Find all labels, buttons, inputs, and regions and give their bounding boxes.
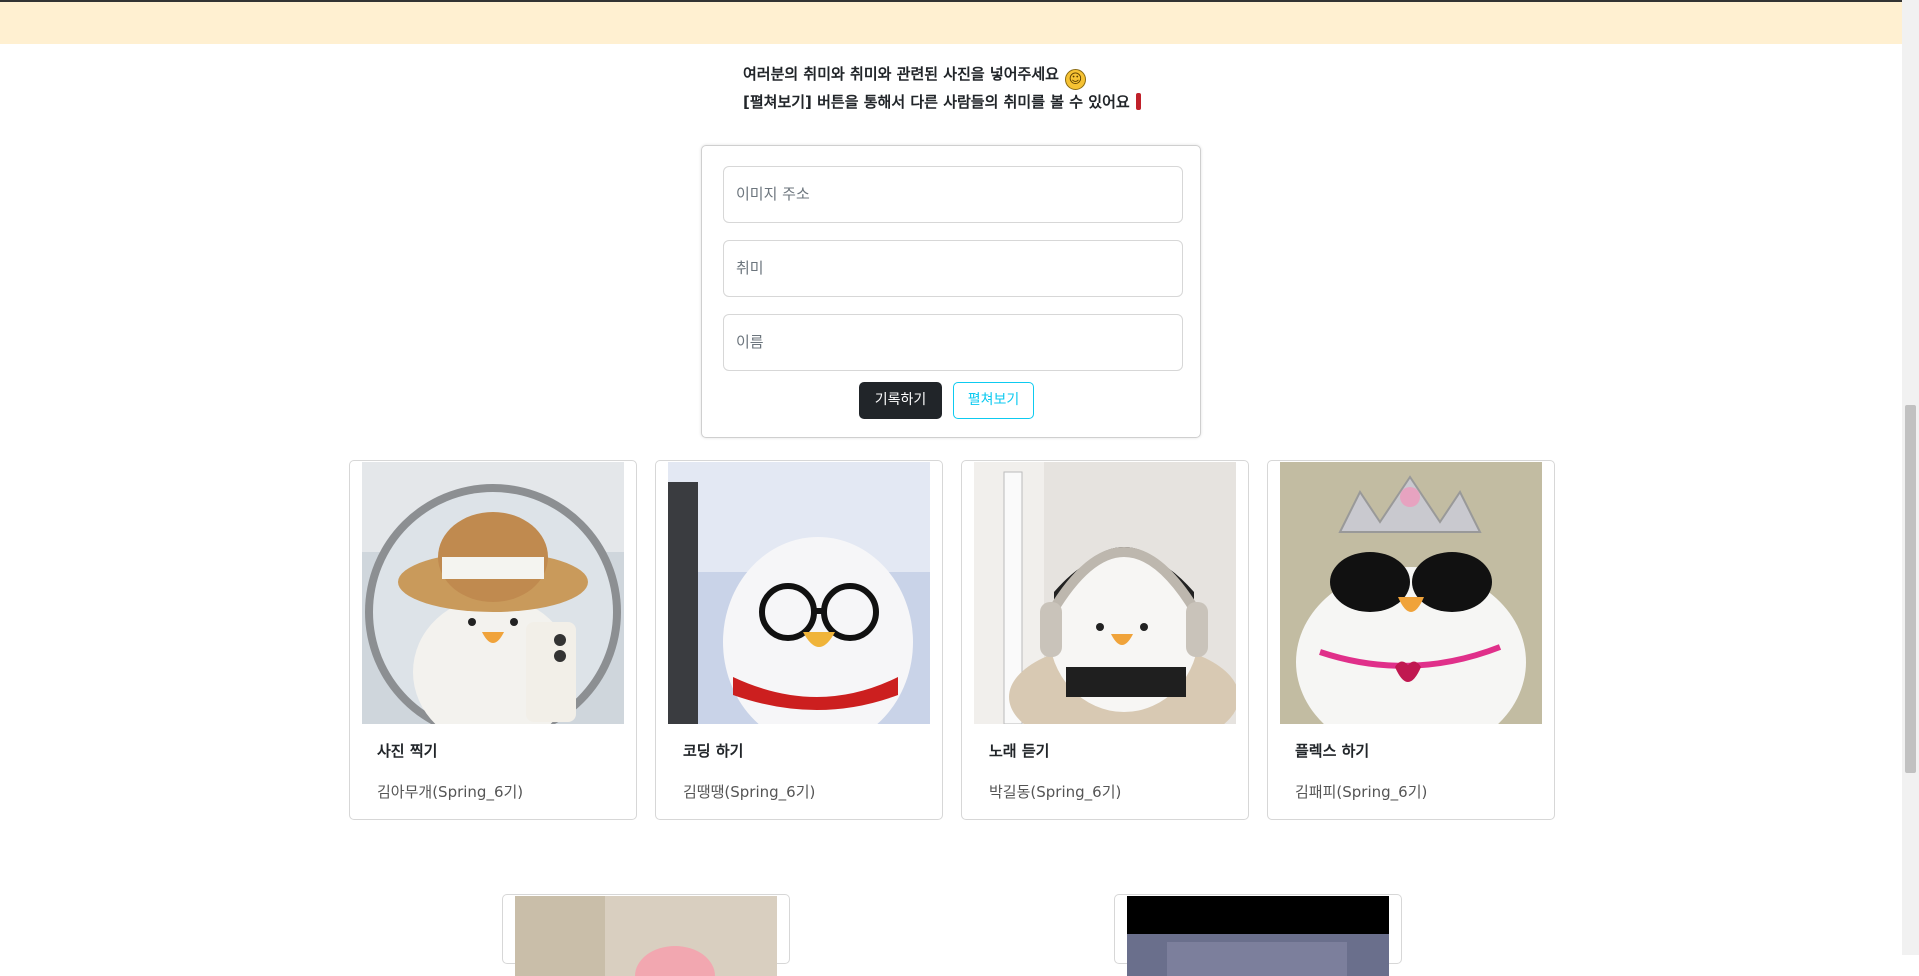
hobby-card[interactable]: 사진 찍기 김아무개(Spring_6기) [349, 460, 637, 820]
card-title: 사진 찍기 [377, 742, 438, 760]
card-author: 김아무개(Spring_6기) [377, 783, 524, 801]
card-photo [362, 462, 624, 724]
card-photo [668, 462, 930, 724]
top-banner [0, 0, 1902, 44]
intro-text: 여러분의 취미와 취미와 관련된 사진을 넣어주세요 ☺ [펼쳐보기] 버튼을 통… [743, 62, 1141, 115]
intro-line-1: 여러분의 취미와 취미와 관련된 사진을 넣어주세요 [743, 65, 1059, 83]
smile-emoji-icon: ☺ [1064, 69, 1086, 90]
card-photo [515, 896, 777, 976]
scrollbar-thumb[interactable] [1905, 405, 1916, 773]
hobby-card[interactable]: 노래 듣기 박길동(Spring_6기) [961, 460, 1249, 820]
open-button[interactable]: 펼쳐보기 [953, 382, 1034, 419]
post-form: 이미지 주소 취미 이름 기록하기 펼쳐보기 [701, 145, 1201, 438]
card-title: 코딩 하기 [683, 742, 744, 760]
save-button[interactable]: 기록하기 [859, 382, 942, 419]
image-url-input[interactable]: 이미지 주소 [723, 166, 1183, 223]
page-scrollbar[interactable] [1902, 0, 1919, 955]
name-input[interactable]: 이름 [723, 314, 1183, 371]
card-title: 노래 듣기 [989, 742, 1050, 760]
card-photo [1127, 896, 1389, 976]
card-photo [1280, 462, 1542, 724]
card-photo [974, 462, 1236, 724]
hobby-card[interactable]: 코딩 하기 김땡땡(Spring_6기) [655, 460, 943, 820]
card-author: 박길동(Spring_6기) [989, 783, 1122, 801]
exclamation-emoji-icon [1135, 93, 1141, 110]
hobby-card[interactable] [1114, 894, 1402, 976]
intro-line-2: [펼쳐보기] 버튼을 통해서 다른 사람들의 취미를 볼 수 있어요 [743, 93, 1130, 111]
hobby-card[interactable]: 플렉스 하기 김패피(Spring_6기) [1267, 460, 1555, 820]
hobby-card[interactable] [502, 894, 790, 976]
card-author: 김패피(Spring_6기) [1295, 783, 1428, 801]
card-title: 플렉스 하기 [1295, 742, 1370, 760]
card-author: 김땡땡(Spring_6기) [683, 783, 816, 801]
hobby-input[interactable]: 취미 [723, 240, 1183, 297]
